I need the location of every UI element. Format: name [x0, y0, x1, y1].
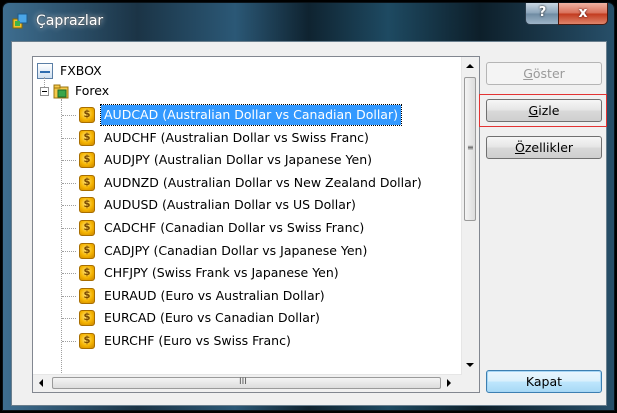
tree-connector: [62, 341, 76, 342]
tree-item-label: CADJPY (Canadian Dollar vs Japanese Yen): [104, 243, 368, 258]
title-bar[interactable]: Çaprazlar ? x: [3, 3, 614, 41]
tree-vertical-scrollbar[interactable]: ≡: [461, 57, 479, 375]
close-button[interactable]: Kapat: [486, 370, 602, 393]
tree-connector: [62, 160, 76, 161]
tree-item-symbol[interactable]: $ CHFJPY (Swiss Frank vs Japanese Yen): [37, 263, 457, 283]
tree-item-symbol[interactable]: $ EURAUD (Euro vs Australian Dollar): [37, 286, 457, 306]
close-icon: x: [578, 5, 588, 21]
show-button-accel: G: [523, 66, 533, 81]
properties-button-accel: Ö: [514, 140, 525, 155]
tree-item-label: CADCHF (Canadian Dollar vs Swiss Franc): [104, 220, 365, 235]
tree-group-label: Forex: [75, 83, 110, 98]
grip-icon: III: [239, 377, 247, 387]
properties-button[interactable]: Özellikler: [486, 136, 602, 159]
fxbox-icon: [37, 63, 53, 79]
grip-icon: ≡: [467, 143, 474, 152]
vertical-scroll-thumb[interactable]: ≡: [464, 77, 476, 221]
scrollbar-corner: [462, 375, 479, 392]
tree-item-label: AUDNZD (Australian Dollar vs New Zealand…: [104, 175, 422, 190]
scroll-left-arrow-icon[interactable]: [39, 379, 43, 387]
currency-pair-icon: $: [79, 243, 95, 259]
tree-connector: [62, 205, 76, 206]
help-icon: ?: [538, 5, 547, 20]
tree-item-symbol[interactable]: $ EURCAD (Euro vs Canadian Dollar): [37, 308, 457, 328]
tree-item-symbol[interactable]: $ CADCHF (Canadian Dollar vs Swiss Franc): [37, 218, 457, 238]
tree-item-symbol[interactable]: $ CADJPY (Canadian Dollar vs Japanese Yen…: [37, 241, 457, 261]
tree-item-symbol[interactable]: $ AUDJPY (Australian Dollar vs Japanese Y…: [37, 150, 457, 170]
currency-pair-icon: $: [79, 130, 95, 146]
hide-button-accel: G: [528, 103, 539, 118]
currency-pair-icon: $: [79, 333, 95, 349]
tree-item-symbol[interactable]: $ AUDNZD (Australian Dollar vs New Zealan…: [37, 173, 457, 193]
tree-item-symbol[interactable]: $ AUDCAD (Australian Dollar vs Canadian D…: [37, 104, 457, 126]
tree-item-label: EURCHF (Euro vs Swiss Franc): [104, 333, 291, 348]
tree-connector: [62, 251, 76, 252]
tree-root-label: FXBOX: [60, 63, 102, 78]
tree-horizontal-scrollbar[interactable]: III: [33, 374, 462, 392]
currency-pair-icon: $: [79, 288, 95, 304]
tree-item-label: EURAUD (Euro vs Australian Dollar): [104, 288, 325, 303]
scroll-down-arrow-icon[interactable]: [466, 363, 474, 367]
tree-connector: [62, 138, 76, 139]
close-window-button[interactable]: x: [558, 3, 608, 25]
tree-item-label: EURCAD (Euro vs Canadian Dollar): [104, 310, 320, 325]
tree-connector: [62, 273, 76, 274]
tree-item-symbol[interactable]: $ AUDCHF (Australian Dollar vs Swiss Fran…: [37, 128, 457, 148]
hide-button[interactable]: Gizle: [486, 99, 602, 122]
horizontal-scroll-thumb[interactable]: III: [52, 377, 441, 389]
tree-item-label: AUDCHF (Australian Dollar vs Swiss Franc…: [104, 130, 369, 145]
scroll-right-arrow-icon[interactable]: [447, 379, 451, 387]
hide-button-label-rest: izle: [538, 103, 560, 118]
currency-pair-icon: $: [79, 152, 95, 168]
scroll-up-arrow-icon[interactable]: [466, 64, 474, 68]
symbol-tree[interactable]: FXBOX Forex $ AUDCAD (Australian Dollar v…: [32, 56, 480, 393]
tree-item-symbol[interactable]: $ AUDUSD (Australian Dollar vs US Dollar): [37, 195, 457, 215]
tree-item-label: AUDCAD (Australian Dollar vs Canadian Do…: [100, 104, 402, 126]
tree-connector: [62, 183, 76, 184]
window-title: Çaprazlar: [36, 13, 104, 29]
dialog-client-area: FXBOX Forex $ AUDCAD (Australian Dollar v…: [11, 41, 607, 406]
tree-item-label: AUDJPY (Australian Dollar vs Japanese Ye…: [104, 152, 373, 167]
forex-folder-icon: [53, 84, 69, 99]
tree-item-symbol[interactable]: $ EURCHF (Euro vs Swiss Franc): [37, 331, 457, 351]
currency-pair-icon: $: [79, 265, 95, 281]
currency-pair-icon: $: [79, 310, 95, 326]
tree-connector: [62, 228, 76, 229]
currency-pair-icon: $: [79, 175, 95, 191]
tree-root-fxbox[interactable]: FXBOX: [37, 61, 457, 81]
currency-pair-icon: $: [79, 107, 95, 123]
show-button-label-rest: öster: [532, 66, 565, 81]
help-button[interactable]: ?: [525, 3, 560, 25]
properties-button-label-rest: zellikler: [524, 140, 574, 155]
tree-item-label: AUDUSD (Australian Dollar vs US Dollar): [104, 197, 356, 212]
currency-pair-icon: $: [79, 197, 95, 213]
tree-connector: [62, 115, 76, 116]
tree-connector: [62, 318, 76, 319]
collapse-expander-icon[interactable]: [40, 87, 49, 96]
tree-item-label: CHFJPY (Swiss Frank vs Japanese Yen): [104, 265, 339, 280]
tree-connector: [62, 296, 76, 297]
currency-pair-icon: $: [79, 220, 95, 236]
show-button[interactable]: Göster: [486, 62, 602, 85]
dialog-window: Çaprazlar ? x FXBOX Forex $ AUDCAD (Aust…: [2, 2, 615, 411]
crosses-app-icon: [12, 13, 28, 29]
tree-group-forex[interactable]: Forex: [37, 81, 457, 101]
